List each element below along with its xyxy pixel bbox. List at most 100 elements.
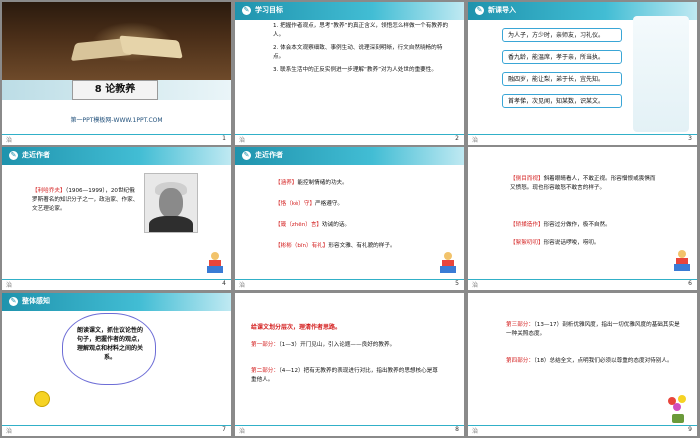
footer-line — [468, 134, 697, 135]
vocab-def: 形容说话啰唆，唠叨。 — [543, 240, 600, 246]
list-item: 1. 把握作者观点，思考“教养”的真正含义，领悟怎么样做一个有教养的人。 — [273, 23, 449, 38]
vocab-item: 【矫揉造作】形容过分做作，极不自然。 — [510, 221, 660, 230]
footer-line — [235, 134, 464, 135]
pencil-icon: ✎ — [475, 6, 484, 15]
vocab-item: 【彬彬（bīn）有礼】形容文雅、有礼貌的样子。 — [275, 242, 396, 251]
vocab-term: 【矫揉造作】 — [510, 222, 544, 228]
header-title: 走近作者 — [22, 151, 50, 159]
footer-icon: 治 — [472, 428, 479, 435]
slide-number: 5 — [455, 280, 459, 287]
part-item: 第四部分：（18）总结全文，点明我们必须以尊重的态度对待别人。 — [506, 357, 684, 366]
header-title: 整体感知 — [22, 297, 50, 305]
footer-icon: 治 — [6, 428, 13, 435]
decorative-panel — [633, 16, 689, 132]
vocab-item: 【涵养】能控制情绪的功夫。 — [275, 179, 348, 188]
slide-number: 8 — [455, 426, 459, 433]
site-credit: 第一PPT模板网-WWW.1PPT.COM — [70, 117, 163, 124]
part-item: 第三部分：（13—17）剖析优雅风度，指出一切优雅风度的基础其实是一种关照态度。 — [506, 321, 684, 339]
thought-bubble: 朗读课文，抓住议论性的句子，把握作者的观点，理解观点和材料之间的关系。 — [62, 313, 156, 385]
footer-line — [235, 279, 464, 280]
slide-number: 9 — [688, 426, 692, 433]
vocab-item: 【箴（zhēn）言】劝诫的话。 — [275, 221, 350, 230]
footer-icon: 治 — [239, 137, 246, 144]
header-title: 新课导入 — [488, 6, 516, 14]
vocab-def: 劝诫的话。 — [322, 222, 351, 228]
flower-icon — [664, 393, 692, 423]
slide-number: 2 — [455, 135, 459, 142]
slide-header: ✎ 走近作者 — [2, 147, 231, 165]
footer-icon: 治 — [472, 282, 479, 289]
part-item: 第二部分：（4—12）把有无教养的表现进行对比，指出教养的思想核心是尊重他人。 — [251, 367, 441, 385]
kid-icon — [440, 251, 456, 273]
footer-icon: 治 — [6, 137, 13, 144]
poem-line: 为人子，方少时，亲师友，习礼仪。 — [502, 28, 622, 42]
part-def: （1—3）开门见山，引入论题——良好的教养。 — [278, 342, 396, 348]
objectives-list: 1. 把握作者观点，思考“教养”的真正含义，领悟怎么样做一个有教养的人。 2. … — [273, 22, 453, 79]
poem-line: 融四岁，能让梨，弟于长，宜先知。 — [502, 72, 622, 86]
footer-line — [468, 425, 697, 426]
list-item: 3. 联系生活中的正反实例进一步理解“教养”对为人处世的重要性。 — [273, 67, 437, 73]
vocab-term: 【涵养】 — [275, 180, 298, 186]
slide-4[interactable]: ✎ 走近作者 【利哈乔夫】（1906—1999），20世纪俄罗斯著名的知识分子之… — [2, 147, 231, 290]
part-term: 第四部分： — [506, 358, 534, 364]
kid-icon — [674, 249, 690, 271]
footer-icon: 治 — [472, 137, 479, 144]
slide-number: 3 — [688, 135, 692, 142]
pencil-icon: ✎ — [242, 151, 251, 160]
slide-number: 1 — [222, 135, 226, 142]
footer-line — [235, 425, 464, 426]
slide-1[interactable]: 8 论教养 第一PPT模板网-WWW.1PPT.COM 治 1 — [2, 2, 231, 145]
pencil-icon: ✎ — [242, 6, 251, 15]
footer-icon: 治 — [239, 282, 246, 289]
slide-number: 7 — [222, 426, 226, 433]
footer-line — [2, 279, 231, 280]
slide-header: ✎ 整体感知 — [2, 293, 231, 311]
part-item: 第一部分：（1—3）开门见山，引入论题——良好的教养。 — [251, 341, 441, 350]
header-title: 学习目标 — [255, 6, 283, 14]
footer-line — [468, 279, 697, 280]
slide-7[interactable]: ✎ 整体感知 朗读课文，抓住议论性的句子，把握作者的观点，理解观点和材料之间的关… — [2, 293, 231, 436]
pencil-icon: ✎ — [9, 151, 18, 160]
author-name: 【利哈乔夫】 — [32, 188, 66, 194]
part-term: 第三部分： — [506, 322, 534, 328]
smiley-icon — [34, 391, 50, 407]
vocab-item: 【絮絮叨叨】形容说话啰唆，唠叨。 — [510, 239, 660, 248]
pencil-icon: ✎ — [9, 297, 18, 306]
slide-header: ✎ 学习目标 — [235, 2, 464, 20]
kid-icon — [207, 251, 223, 273]
vocab-def: 形容过分做作，极不自然。 — [543, 222, 611, 228]
vocab-term: 【恪（kè）守】 — [275, 201, 316, 207]
part-term: 第一部分： — [251, 342, 279, 348]
footer-icon: 治 — [6, 282, 13, 289]
slide-8[interactable]: 给课文划分层次，理清作者思路。 第一部分：（1—3）开门见山，引入论题——良好的… — [235, 293, 464, 436]
slide-2[interactable]: ✎ 学习目标 1. 把握作者观点，思考“教养”的真正含义，领悟怎么样做一个有教养… — [235, 2, 464, 145]
bubble-text: 朗读课文，抓住议论性的句子，把握作者的观点，理解观点和材料之间的关系。 — [77, 327, 144, 361]
vocab-term: 【侧目而视】 — [510, 176, 544, 182]
vocab-item: 【侧目而视】斜着眼睛看人，不敢正视。形容憎恨或畏惧而又愤怒。现也形容敢怒不敢言的… — [510, 175, 660, 193]
vocab-item: 【恪（kè）守】严格遵守。 — [275, 200, 343, 209]
slide-9[interactable]: 第三部分：（13—17）剖析优雅风度，指出一切优雅风度的基础其实是一种关照态度。… — [468, 293, 697, 436]
slide-header: ✎ 走近作者 — [235, 147, 464, 165]
slide-5[interactable]: ✎ 走近作者 【涵养】能控制情绪的功夫。 【恪（kè）守】严格遵守。 【箴（zh… — [235, 147, 464, 290]
section-heading: 给课文划分层次，理清作者思路。 — [251, 324, 342, 331]
author-intro: 【利哈乔夫】（1906—1999），20世纪俄罗斯著名的知识分子之一，政治家、作… — [32, 187, 140, 214]
footer-line — [2, 425, 231, 426]
slide-number: 4 — [222, 280, 226, 287]
poem-line: 首孝悌，次见闻，知某数，识某文。 — [502, 94, 622, 108]
vocab-def: 能控制情绪的功夫。 — [297, 180, 348, 186]
slide-3[interactable]: ✎ 新课导入 为人子，方少时，亲师友，习礼仪。 香九龄，能温席，孝于亲，所当执。… — [468, 2, 697, 145]
vocab-def: 严格遵守。 — [315, 201, 344, 207]
slide-6[interactable]: 【侧目而视】斜着眼睛看人，不敢正视。形容憎恨或畏惧而又愤怒。现也形容敢怒不敢言的… — [468, 147, 697, 290]
vocab-def: 形容文雅、有礼貌的样子。 — [328, 243, 396, 249]
book-image — [2, 2, 231, 80]
vocab-term: 【彬彬（bīn）有礼】 — [275, 243, 329, 249]
header-title: 走近作者 — [255, 151, 283, 159]
poem-line: 香九龄，能温席，孝于亲，所当执。 — [502, 50, 622, 64]
part-def: （4—12）把有无教养的表现进行对比，指出教养的思想核心是尊重他人。 — [251, 368, 438, 383]
footer-icon: 治 — [239, 428, 246, 435]
footer-line — [2, 134, 231, 135]
vocab-term: 【箴（zhēn）言】 — [275, 222, 323, 228]
part-def: （18）总结全文，点明我们必须以尊重的态度对待别人。 — [533, 358, 673, 364]
slide-number: 6 — [688, 280, 692, 287]
vocab-term: 【絮絮叨叨】 — [510, 240, 544, 246]
